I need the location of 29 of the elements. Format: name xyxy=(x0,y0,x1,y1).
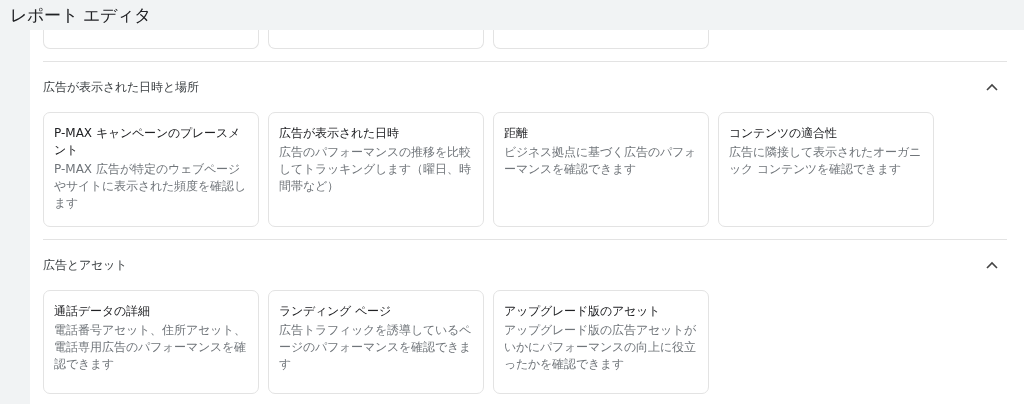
card-title: 距離 xyxy=(504,125,529,142)
report-card[interactable]: P-MAX キャンペーンのプレースメント P-MAX 広告が特定のウェブページやサイトに表示された頻度を確認します xyxy=(43,112,259,227)
card-description: 広告に隣接して表示されたオーガニック コンテンツを確認できます xyxy=(729,144,922,178)
card-title: ランディング ページ xyxy=(279,303,392,320)
report-card[interactable]: 広告が表示された日時 広告のパフォーマンスの推移を比較してトラッキングします（曜日、時間帯など） xyxy=(268,112,484,227)
report-card[interactable]: ランディング ページ 広告トラフィックを誘導しているページのパフォーマンスを確認できます xyxy=(268,290,484,394)
chevron-icon[interactable] xyxy=(986,261,998,269)
card-title: アップグレード版のアセット xyxy=(504,303,661,320)
report-card[interactable] xyxy=(493,30,709,49)
report-card[interactable]: 通話データの詳細 電話番号アセット、住所アセット、電話専用広告のパフォーマンスを確認できます xyxy=(43,290,259,394)
card-title: 広告が表示された日時 xyxy=(279,125,400,142)
card-title: 通話データの詳細 xyxy=(54,303,151,320)
card-title: P-MAX キャンペーンのプレースメント xyxy=(54,125,241,159)
card-description: ビジネス拠点に基づく広告のパフォーマンスを確認できます xyxy=(504,144,697,178)
card-description: 広告のパフォーマンスの推移を比較してトラッキングします（曜日、時間帯など） xyxy=(279,144,472,195)
card-description: 広告トラフィックを誘導しているページのパフォーマンスを確認できます xyxy=(279,322,472,373)
window-title: レポート エディタ xyxy=(10,3,152,27)
card-title: コンテンツの適合性 xyxy=(729,125,838,142)
report-card[interactable] xyxy=(43,30,259,49)
card-description: P-MAX 広告が特定のウェブページやサイトに表示された頻度を確認します xyxy=(54,161,247,212)
section-title: 広告が表示された日時と場所 xyxy=(43,78,199,96)
report-card[interactable] xyxy=(268,30,484,49)
report-card[interactable]: コンテンツの適合性 広告に隣接して表示されたオーガニック コンテンツを確認できます xyxy=(718,112,934,227)
card-description: アップグレード版の広告アセットがいかにパフォーマンスの向上に役立ったかを確認できます xyxy=(504,322,697,373)
chevron-icon[interactable] xyxy=(986,83,998,91)
report-card[interactable]: 距離 ビジネス拠点に基づく広告のパフォーマンスを確認できます xyxy=(493,112,709,227)
section-title: 広告とアセット xyxy=(43,256,127,274)
card-description: 電話番号アセット、住所アセット、電話専用広告のパフォーマンスを確認できます xyxy=(54,322,247,373)
report-card[interactable]: アップグレード版のアセット アップグレード版の広告アセットがいかにパフォーマンスの向上に役立ったかを確認できます xyxy=(493,290,709,394)
